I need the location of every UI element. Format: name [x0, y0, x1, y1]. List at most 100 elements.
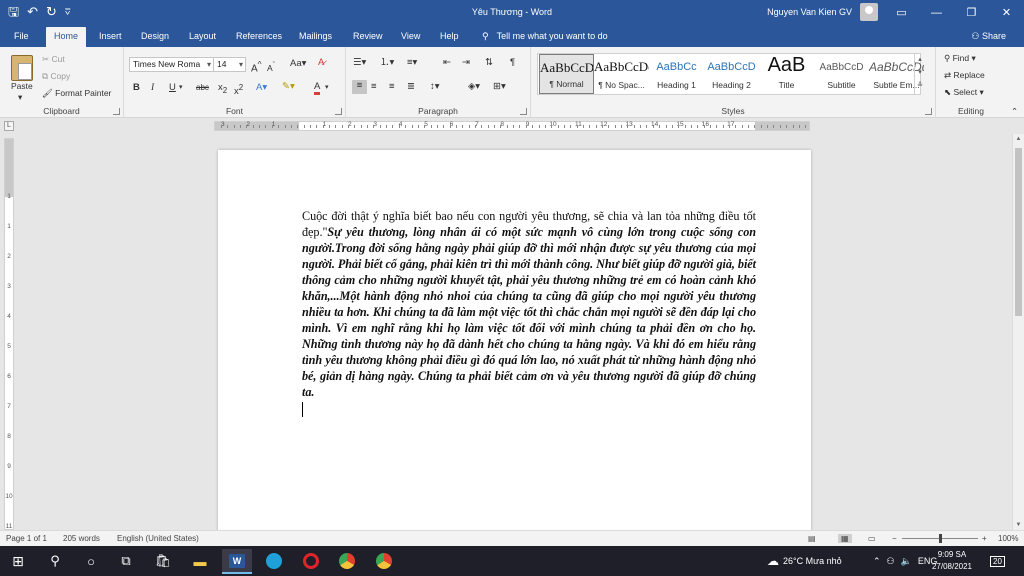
zoom-slider-thumb[interactable]	[939, 534, 942, 543]
scroll-up-icon[interactable]: ▲	[1013, 136, 1024, 142]
avatar[interactable]	[860, 3, 878, 21]
paste-button[interactable]: Paste	[11, 81, 33, 91]
document-body[interactable]: Cuộc đời thật ý nghĩa biết bao nếu con n…	[302, 208, 756, 417]
document-page[interactable]: Cuộc đời thật ý nghĩa biết bao nếu con n…	[218, 150, 811, 530]
focus-mode-icon[interactable]: ▤	[808, 534, 816, 543]
underline-button[interactable]: U	[169, 82, 176, 94]
align-center-icon[interactable]: ≡	[371, 81, 377, 93]
find-button[interactable]: ⚲ Find ▾	[944, 53, 976, 64]
vertical-ruler[interactable]: 1 1 2 3 4 5 6 7 8 9 10 11	[4, 138, 14, 530]
format-painter-button[interactable]: 🖌 Format Painter	[42, 88, 111, 99]
zoom-level[interactable]: 100%	[998, 534, 1018, 543]
text-effects-icon[interactable]: A▾	[256, 82, 267, 94]
tab-references[interactable]: References	[236, 29, 282, 47]
tab-review[interactable]: Review	[353, 29, 383, 47]
tab-design[interactable]: Design	[141, 29, 169, 47]
strikethrough-button[interactable]: abc	[196, 82, 209, 94]
document-area[interactable]: Cuộc đời thật ý nghĩa biết bao nếu con n…	[16, 134, 1012, 530]
italic-button[interactable]: I	[151, 82, 154, 94]
sort-icon[interactable]: ⇅	[485, 57, 493, 69]
font-color-button[interactable]: A	[314, 82, 321, 95]
store-icon[interactable]: 🛍	[152, 551, 174, 571]
styles-gallery-scroll[interactable]: ▴ ▾ ≚	[914, 53, 925, 95]
user-name[interactable]: Nguyen Van Kien GV	[767, 7, 852, 17]
numbering-icon[interactable]: ⒈▾	[380, 57, 394, 69]
clock[interactable]: 9:09 SA 27/08/2021	[932, 549, 972, 573]
speaker-icon[interactable]: 🔈	[901, 556, 912, 567]
align-right-icon[interactable]: ≡	[389, 81, 395, 93]
teams-icon[interactable]: ⚇	[887, 556, 895, 567]
bullets-icon[interactable]: ☰▾	[353, 57, 366, 69]
more-styles-icon[interactable]: ≚	[915, 79, 925, 92]
chrome-icon[interactable]	[336, 551, 358, 571]
paste-dropdown-icon[interactable]: ▾	[18, 92, 22, 103]
restore-icon[interactable]: ❐	[954, 0, 989, 25]
highlight-color-icon[interactable]: ✎▾	[282, 81, 295, 93]
zoom-out-icon[interactable]: −	[892, 534, 897, 543]
chevron-down-icon[interactable]: ▾	[915, 66, 925, 79]
align-left-icon[interactable]: ≡	[352, 80, 367, 94]
tab-view[interactable]: View	[401, 29, 420, 47]
justify-icon[interactable]: ≣	[407, 81, 415, 93]
edge-icon[interactable]	[263, 551, 285, 571]
opera-icon[interactable]	[300, 551, 322, 571]
show-marks-icon[interactable]: ¶	[510, 57, 515, 69]
search-icon[interactable]: ⚲	[44, 551, 66, 571]
paragraph-launcher-icon[interactable]	[520, 108, 527, 115]
tab-insert[interactable]: Insert	[99, 29, 122, 47]
tab-file[interactable]: File	[14, 29, 29, 47]
minimize-icon[interactable]: —	[919, 0, 954, 25]
horizontal-ruler[interactable]: 3 2 1 1 2 3 4 5 6 7 8 9 10 11 12 13 14 15 16 17	[214, 121, 810, 131]
style-no-spacing[interactable]: AaBbCcDc ¶ No Spac...	[594, 54, 649, 94]
vertical-scrollbar[interactable]: ▲ ▼	[1012, 134, 1024, 530]
task-view-icon[interactable]: ⧉	[115, 551, 137, 571]
print-layout-icon[interactable]: ▦	[838, 534, 852, 543]
web-layout-icon[interactable]: ▭	[868, 534, 876, 543]
style-subtitle[interactable]: AaBbCcD Subtitle	[814, 54, 869, 94]
ribbon-display-icon[interactable]: ▭	[884, 0, 919, 25]
style-title[interactable]: AaB Title	[759, 54, 814, 94]
cortana-icon[interactable]: ○	[80, 551, 102, 571]
tab-help[interactable]: Help	[440, 29, 459, 47]
select-button[interactable]: ⬉ Select ▾	[944, 87, 984, 98]
scroll-down-icon[interactable]: ▼	[1013, 522, 1024, 528]
chevron-up-icon[interactable]: ⌃	[873, 556, 881, 567]
font-name-combo[interactable]: Times New Roma	[129, 57, 214, 72]
zoom-in-icon[interactable]: +	[982, 534, 987, 543]
shading-icon[interactable]: ◈▾	[468, 81, 480, 93]
paste-icon[interactable]	[11, 55, 33, 81]
style-heading-2[interactable]: AaBbCcD Heading 2	[704, 54, 759, 94]
styles-launcher-icon[interactable]	[925, 108, 932, 115]
bold-button[interactable]: B	[133, 82, 140, 94]
weather-widget[interactable]: ☁ 26°C Mưa nhỏ	[767, 546, 842, 576]
font-color-dropdown-icon[interactable]: ▾	[325, 82, 329, 94]
tab-selector[interactable]: L	[4, 121, 14, 131]
increase-indent-icon[interactable]: ⇥	[462, 57, 470, 69]
word-count[interactable]: 205 words	[63, 534, 100, 543]
multilevel-list-icon[interactable]: ≡▾	[407, 57, 417, 69]
collapse-ribbon-icon[interactable]: ⌃	[1011, 106, 1018, 117]
word-app-icon[interactable]: W	[222, 549, 252, 574]
page-count[interactable]: Page 1 of 1	[6, 534, 47, 543]
tab-mailings[interactable]: Mailings	[299, 29, 332, 47]
shrink-font-button[interactable]: Aˇ	[267, 59, 275, 74]
font-size-combo[interactable]: 14	[213, 57, 246, 72]
borders-icon[interactable]: ⊞▾	[493, 81, 506, 93]
clipboard-launcher-icon[interactable]	[113, 108, 120, 115]
style-normal[interactable]: AaBbCcDc ¶ Normal	[539, 54, 594, 94]
subscript-button[interactable]: x2	[218, 82, 227, 97]
clear-formatting-icon[interactable]: A̷	[318, 57, 324, 69]
tab-home[interactable]: Home	[46, 27, 87, 47]
replace-button[interactable]: ⇄ Replace	[944, 70, 985, 81]
windows-start-icon[interactable]: ⊞	[7, 551, 29, 571]
decrease-indent-icon[interactable]: ⇤	[443, 57, 451, 69]
close-icon[interactable]: ✕	[989, 0, 1024, 25]
font-launcher-icon[interactable]	[335, 108, 342, 115]
chevron-up-icon[interactable]: ▴	[915, 53, 925, 66]
cut-button[interactable]: ✂ Cut	[42, 54, 65, 65]
copy-button[interactable]: ⧉ Copy	[42, 71, 70, 82]
line-spacing-icon[interactable]: ↕▾	[430, 81, 440, 93]
file-explorer-icon[interactable]: ▬	[189, 551, 211, 571]
superscript-button[interactable]: x2	[234, 82, 243, 98]
style-heading-1[interactable]: AaBbCc Heading 1	[649, 54, 704, 94]
